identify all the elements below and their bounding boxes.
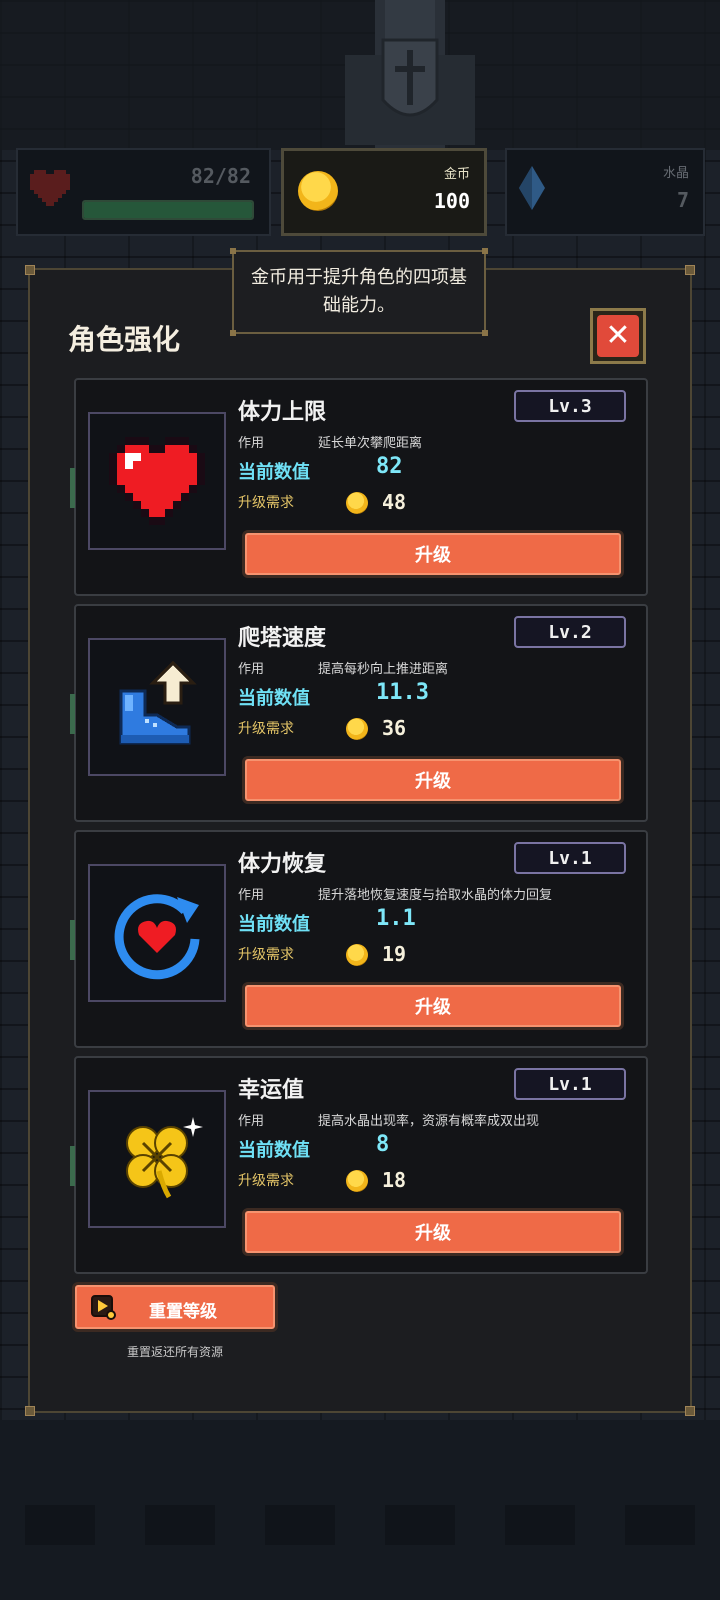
- upgrade-icon-frame: [88, 412, 226, 550]
- coin-tooltip: 金币用于提升角色的四项基础能力。: [230, 248, 488, 336]
- coin-icon: [298, 171, 338, 211]
- crystal-icon: [519, 166, 545, 210]
- coin-icon: [346, 492, 368, 514]
- effect-label: 作用: [238, 662, 265, 677]
- hp-bar: [82, 200, 254, 220]
- close-glyph: ✕: [605, 318, 631, 353]
- modal-corner: [25, 1406, 35, 1416]
- coin-value: 100: [433, 189, 470, 213]
- card-side-tab: [70, 694, 75, 734]
- upgrade-icon-frame: [88, 1090, 226, 1228]
- upgrade-icon-frame: [88, 638, 226, 776]
- floor-block: [265, 1505, 335, 1545]
- current-value: 82: [376, 454, 403, 479]
- reset-level-label: 重置等级: [149, 1302, 217, 1322]
- coin-icon: [346, 718, 368, 740]
- current-value: 1.1: [376, 906, 416, 931]
- effect-label: 作用: [238, 888, 265, 903]
- effect-description: 提高水晶出现率，资源有概率成双出现: [318, 1114, 540, 1129]
- coin-icon: [346, 1170, 368, 1192]
- upgrade-button[interactable]: 升级: [242, 756, 624, 804]
- floor-block: [505, 1505, 575, 1545]
- requirement-label: 升级需求: [238, 1173, 294, 1189]
- upgrade-card-stamina-max: 体力上限 Lv.3 作用 延长单次攀爬距离 当前数值 82 升级需求 48 升级: [70, 378, 648, 596]
- boot-arrow-icon: [119, 660, 197, 745]
- hp-value: 82/82: [190, 164, 251, 188]
- requirement-label: 升级需求: [238, 495, 294, 511]
- gem-label: 水晶: [662, 166, 689, 181]
- close-icon: ✕: [597, 315, 639, 357]
- level-badge: Lv.3: [514, 390, 626, 422]
- upgrade-cost: 36: [382, 716, 407, 740]
- floor-block: [625, 1505, 695, 1545]
- effect-description: 提高每秒向上推进距离: [318, 662, 449, 677]
- coin-panel: 金币 100: [281, 148, 487, 236]
- requirement-label: 升级需求: [238, 947, 294, 963]
- modal-title: 角色强化: [68, 323, 181, 356]
- upgrade-modal: 角色强化 ✕ 体力上限 Lv.3 作用 延长单次攀爬距离 当前数值 82 升级需…: [25, 265, 695, 1416]
- gem-panel: 水晶 7: [505, 148, 705, 236]
- upgrade-button[interactable]: 升级: [242, 982, 624, 1030]
- level-badge: Lv.2: [514, 616, 626, 648]
- heart-refresh-icon: [114, 894, 200, 980]
- upgrade-name: 幸运值: [238, 1078, 305, 1103]
- modal-corner: [25, 265, 35, 275]
- modal-corner: [685, 1406, 695, 1416]
- modal-corner: [685, 265, 695, 275]
- tooltip-corner: [482, 248, 488, 254]
- reset-level-button[interactable]: 重置等级: [72, 1282, 278, 1332]
- video-ad-icon: [91, 1295, 116, 1320]
- effect-label: 作用: [238, 1114, 265, 1129]
- floor-blocks: [0, 1505, 720, 1545]
- coin-icon: [346, 944, 368, 966]
- upgrade-name: 体力上限: [238, 400, 327, 425]
- effect-description: 延长单次攀爬距离: [318, 436, 423, 451]
- current-value-label: 当前数值: [238, 688, 310, 709]
- upgrade-card-stamina-recovery: 体力恢复 Lv.1 作用 提升落地恢复速度与拾取水晶的体力回复 当前数值 1.1…: [70, 830, 648, 1048]
- upgrade-cost: 48: [382, 490, 407, 514]
- tooltip-corner: [230, 248, 236, 254]
- tooltip-corner: [230, 330, 236, 336]
- card-side-tab: [70, 468, 75, 508]
- floor-block: [145, 1505, 215, 1545]
- current-value-label: 当前数值: [238, 914, 310, 935]
- coin-label: 金币: [443, 167, 470, 182]
- upgrade-card-luck: 幸运值 Lv.1 作用 提高水晶出现率，资源有概率成双出现 当前数值 8 升级需…: [70, 1056, 648, 1274]
- knight-statue-image: [345, 0, 475, 150]
- tooltip-corner: [482, 330, 488, 336]
- current-value-label: 当前数值: [238, 1140, 310, 1161]
- effect-label: 作用: [238, 436, 265, 451]
- level-badge: Lv.1: [514, 1068, 626, 1100]
- upgrade-cost: 18: [382, 1168, 407, 1192]
- hp-bar-fill: [84, 202, 252, 218]
- current-value-label: 当前数值: [238, 462, 310, 483]
- current-value: 11.3: [376, 680, 429, 705]
- upgrade-button[interactable]: 升级: [242, 1208, 624, 1256]
- upgrade-card-climb-speed: 爬塔速度 Lv.2 作用 提高每秒向上推进距离 当前数值 11.3 升级需求 3…: [70, 604, 648, 822]
- clover-icon: [126, 1117, 203, 1199]
- hp-heart-icon: [30, 170, 70, 206]
- upgrade-icon-frame: [88, 864, 226, 1002]
- tooltip-text: 金币用于提升角色的四项基础能力。: [251, 267, 467, 316]
- upgrade-name: 体力恢复: [238, 852, 327, 877]
- upgrade-button[interactable]: 升级: [242, 530, 624, 578]
- upgrade-cost: 19: [382, 942, 407, 966]
- upgrade-name: 爬塔速度: [238, 626, 327, 651]
- level-badge: Lv.1: [514, 842, 626, 874]
- current-value: 8: [376, 1132, 390, 1157]
- floor-block: [25, 1505, 95, 1545]
- reset-note: 重置返还所有资源: [126, 1345, 223, 1359]
- card-side-tab: [70, 920, 75, 960]
- card-side-tab: [70, 1146, 75, 1186]
- effect-description: 提升落地恢复速度与拾取水晶的体力回复: [318, 888, 553, 903]
- heart-icon: [109, 437, 205, 525]
- floor-block: [385, 1505, 455, 1545]
- close-button[interactable]: ✕: [590, 308, 646, 364]
- requirement-label: 升级需求: [238, 721, 294, 737]
- gem-value: 7: [676, 188, 689, 212]
- hp-panel: 82/82: [16, 148, 271, 236]
